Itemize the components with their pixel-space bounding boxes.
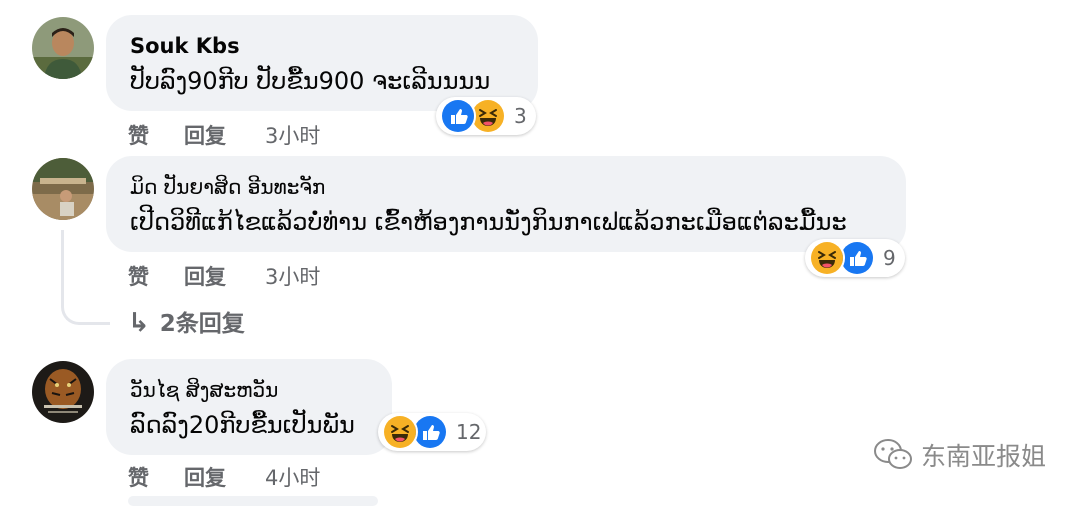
reaction-count: 12 (456, 420, 482, 444)
like-button[interactable]: 赞 (128, 120, 149, 150)
reaction-summary[interactable]: 3 (436, 97, 536, 135)
replies-count: 2条回复 (159, 311, 245, 337)
reaction-count: 3 (514, 104, 527, 128)
haha-icon (809, 240, 845, 276)
comment-timestamp[interactable]: 4小时 (265, 462, 320, 492)
reaction-count: 9 (883, 246, 896, 270)
comment-text: ປັບລົງ90ກີບ ປັບຂື້ນ900 ຈະເລີນນນນ (130, 67, 491, 95)
comment-author[interactable]: ມິດ ປັນຍາສິດ ອີນທະຈັກ (130, 174, 882, 200)
comment-text: ເປີດວິທີແກ້ໄຂແລ້ວບໍ່ທ່ານ ເຂົ້າຫ້ອງການນັ່… (130, 208, 847, 236)
reply-button[interactable]: 回复 (184, 462, 226, 492)
haha-icon (382, 414, 418, 450)
comment-bubble: ວັນໄຊ ສິງສະຫວັນ ລົດລົງ20ກີບຂື້ນເປັນພັນ (106, 359, 392, 455)
avatar[interactable] (32, 17, 94, 79)
reply-button[interactable]: 回复 (184, 261, 226, 291)
watermark-text: 东南亚报姐 (920, 442, 1046, 471)
reply-arrow-icon: ↳ (128, 308, 150, 338)
next-comment-bubble (128, 496, 378, 506)
reaction-summary[interactable]: 12 (378, 413, 486, 451)
reaction-summary[interactable]: 9 (805, 239, 905, 277)
comment-timestamp[interactable]: 3小时 (265, 261, 320, 291)
view-replies-link[interactable]: ↳ 2条回复 (128, 304, 245, 338)
like-icon (440, 98, 476, 134)
like-button[interactable]: 赞 (128, 462, 149, 492)
comment-text: ລົດລົງ20ກີບຂື້ນເປັນພັນ (130, 411, 355, 439)
wechat-icon (873, 439, 912, 469)
reply-button[interactable]: 回复 (184, 120, 226, 150)
comment-timestamp[interactable]: 3小时 (265, 120, 320, 150)
avatar[interactable] (32, 158, 94, 220)
avatar[interactable] (32, 361, 94, 423)
comment-author[interactable]: Souk Kbs (130, 33, 514, 59)
comment-author[interactable]: ວັນໄຊ ສິງສະຫວັນ (130, 377, 368, 403)
comment-bubble: ມິດ ປັນຍາສິດ ອີນທະຈັກ ເປີດວິທີແກ້ໄຂແລ້ວບ… (106, 156, 906, 252)
watermark: 东南亚报姐 (873, 437, 1046, 473)
like-button[interactable]: 赞 (128, 261, 149, 291)
thread-connector (61, 230, 110, 325)
